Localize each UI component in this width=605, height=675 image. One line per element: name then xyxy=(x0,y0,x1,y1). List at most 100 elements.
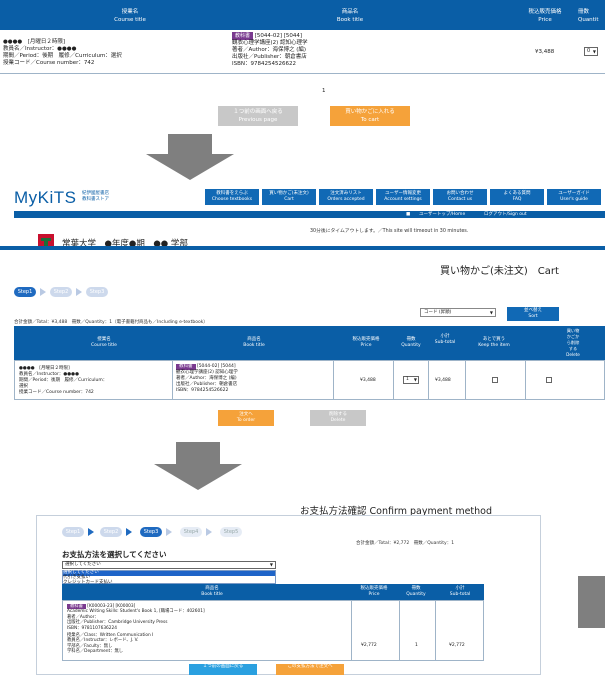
subtotal-value: ¥2,772 xyxy=(449,643,465,648)
payment-table-header: 商品名 Book title 税込販売価格 Price 冊数 Quantity 小計 S… xyxy=(62,584,484,600)
add-to-cart-button[interactable]: 買い物かごに入れる To cart xyxy=(330,106,410,126)
delete-button[interactable]: 削除する Delete xyxy=(310,410,366,426)
nav-label-en: Account settings xyxy=(384,197,422,202)
book-code: [5044-02] [5044] xyxy=(196,364,236,369)
nav-account-settings[interactable]: ユーザー情報変更 Account settings xyxy=(376,189,430,205)
textbook-tag: 教科書 xyxy=(232,32,254,40)
logo-subtitle: 紀伊國屋書店 教科書ストア xyxy=(82,191,109,202)
header-en: Quantity xyxy=(406,592,426,597)
header-price: 税込販売価格 Price xyxy=(520,8,570,24)
logo-sub-line: 紀伊國屋書店 xyxy=(82,191,109,196)
quantity-value: 0 xyxy=(587,48,591,54)
step-arrow-icon xyxy=(40,288,46,296)
header-course-en: Course title xyxy=(114,17,146,23)
delete-item-checkbox[interactable] xyxy=(546,377,552,383)
home-link[interactable]: ユーザートップ/Home xyxy=(419,211,465,218)
step-arrow-icon xyxy=(126,528,132,536)
header-price: 税込販売価格 Price xyxy=(344,337,388,349)
header-book: 商品名 Book title xyxy=(230,8,470,24)
page-number: 1 xyxy=(322,88,326,94)
subtotal-value: ¥3,488 xyxy=(435,378,451,383)
nav-users-guide[interactable]: ユーザーガイド User's guide xyxy=(547,189,601,205)
nav-label-en: Cart xyxy=(284,197,294,202)
nav-choose-textbooks[interactable]: 教科書をえらぶ Choose textbooks xyxy=(205,189,259,205)
button-label-jp: 買い物かごに入れる xyxy=(345,109,395,115)
payment-total: 合計金額／Total：¥2,772 冊数／Quantity：1 xyxy=(356,541,455,546)
book-line: 著者／Author：海保博之 (編) xyxy=(232,47,307,53)
header-en: Quantity xyxy=(401,343,421,348)
header-book-en: Book title xyxy=(336,17,364,23)
previous-page-button[interactable]: １つ前の画面へ戻る Previous page xyxy=(218,106,298,126)
course-line: ●●●● [月曜日２時限] xyxy=(3,39,65,45)
header-price-jp: 税込販売価格 xyxy=(528,9,562,15)
header-course: 授業名 Course title xyxy=(40,8,220,24)
price-value: ¥3,488 xyxy=(360,378,376,383)
header-book-jp: 商品名 xyxy=(341,9,359,15)
to-order-button[interactable]: 注文へ To order xyxy=(218,410,274,426)
course-info: ●●●● [月曜日２時限] 教員名／Instructor：●●●● 期間／Per… xyxy=(19,366,169,396)
class-line: 学科名／Department：無し xyxy=(67,649,124,655)
book-line: 出版社／Publisher：朝倉書店 xyxy=(232,54,307,60)
nav-orders-accepted[interactable]: 注文済みリスト Orders accepted xyxy=(319,189,373,205)
header-qty: 冊数 Quantity xyxy=(396,337,426,349)
step-3: Step3 xyxy=(140,527,162,537)
timeout-notice: 30分後にタイムアウトします。／This site will timeout i… xyxy=(310,229,469,234)
cart-table-row: ●●●● [月曜日２時限] 教員名／Instructor：●●●● 期間／Per… xyxy=(14,360,605,400)
chevron-down-icon: ▼ xyxy=(413,377,417,382)
nav-label-en: User's guide xyxy=(560,197,588,202)
book-info: 教科書 [5044-02] [5044] 観衣心理学講座(2) 認知心理学 著者… xyxy=(176,364,331,394)
header-price-en: Price xyxy=(538,17,552,23)
sort-select[interactable]: コード (昇順) ▼ xyxy=(420,308,496,317)
header-qty: 冊数 Quantity xyxy=(399,586,433,598)
sign-out-link[interactable]: ログアウト/Sign out xyxy=(484,211,527,218)
chevron-down-icon: ▼ xyxy=(269,562,273,567)
sort-select-value: コード (昇順) xyxy=(424,310,452,315)
home-icon: ■ xyxy=(406,212,411,217)
quantity-value: 1 xyxy=(406,377,409,382)
step-4: Step4 xyxy=(180,527,202,537)
header-en: Course title xyxy=(91,343,117,348)
top-utility-bar: ■ ユーザートップ/Home ログアウト/Sign out xyxy=(14,211,605,218)
book-info: 教科書 [5044-02] [5044] 観衣心理学講座(2) 認知心理学 著者… xyxy=(232,32,472,68)
chevron-down-icon: ▼ xyxy=(489,310,493,315)
header-qty-en: Quantit xyxy=(578,17,599,23)
confirm-order-button[interactable]: この支払方法で注文へ xyxy=(276,664,344,675)
header-book: 商品名 Book title xyxy=(162,586,262,598)
quantity-select[interactable]: 1 ▼ xyxy=(403,376,419,384)
quantity-select[interactable]: 0 ▼ xyxy=(584,47,598,56)
header-en: Sub-total xyxy=(434,340,456,345)
header-course: 授業名 Course title xyxy=(54,337,154,349)
course-line: 授業コード／Course number：742 xyxy=(3,60,95,66)
mykits-logo: MyKiTS xyxy=(14,188,77,207)
step-arrow-icon xyxy=(206,528,212,536)
previous-page-button[interactable]: １つ前の画面に戻る xyxy=(189,664,257,675)
button-label-jp: １つ前の画面に戻る xyxy=(202,664,244,669)
nav-faq[interactable]: よくある質問 FAQ xyxy=(490,189,544,205)
step-2: Step2 xyxy=(100,527,122,537)
course-line: 授業コード／Course number：742 xyxy=(19,390,94,395)
panel1-table-row: ●●●● [月曜日２時限] 教員名／Instructor：●●●● 期間／Per… xyxy=(0,30,605,74)
header-en: Sub-total xyxy=(449,592,471,597)
side-arrow-block xyxy=(578,576,605,628)
nav-label-en: Contact us xyxy=(447,197,473,202)
nav-contact-us[interactable]: お問い合わせ Contact us xyxy=(433,189,487,205)
keep-item-checkbox[interactable] xyxy=(492,377,498,383)
header-delete: 買い物 かごか ら削除 する Delete xyxy=(558,328,588,358)
down-arrow-icon xyxy=(146,154,234,180)
payment-select-value: 選択してください xyxy=(65,562,101,567)
header-qty: 冊数 Quantit xyxy=(578,8,605,24)
header-price: 税込販売価格 Price xyxy=(352,586,396,598)
header-qty-jp: 冊数 xyxy=(578,9,590,15)
step-arrow-icon xyxy=(76,288,82,296)
quantity-value: 1 xyxy=(415,643,418,648)
down-arrow-icon xyxy=(154,464,242,490)
payment-method-select[interactable]: 選択してください ▼ xyxy=(62,561,276,569)
nav-label-en: FAQ xyxy=(512,197,522,202)
book-info: 教科書 [K00003-23] [K00003] Academic Writin… xyxy=(67,604,349,655)
header-en: Price xyxy=(368,592,380,597)
step-3: Step3 xyxy=(86,287,108,297)
nav-cart[interactable]: 買い物かご(未注文) Cart xyxy=(262,189,316,205)
sort-button[interactable]: 並べ替え Sort xyxy=(507,307,559,321)
header-course-jp: 授業名 xyxy=(121,9,139,15)
payment-table-row: 教科書 [K00003-23] [K00003] Academic Writin… xyxy=(62,600,484,661)
